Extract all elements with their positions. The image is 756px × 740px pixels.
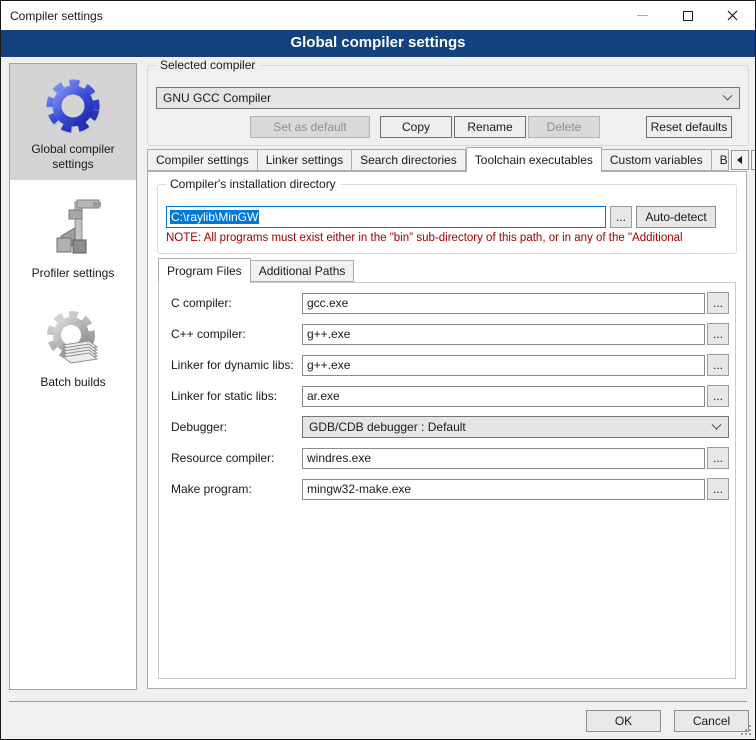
caliper-icon	[41, 198, 105, 262]
compiler-buttons-row: Set as default Copy Rename Delete Reset …	[156, 116, 732, 138]
field-row-c-compiler: C compiler: gcc.exe ...	[171, 292, 729, 314]
maximize-button[interactable]	[665, 1, 710, 30]
program-tabs: Program Files Additional Paths	[158, 260, 354, 282]
field-label: Linker for dynamic libs:	[171, 358, 302, 372]
tab-search-directories[interactable]: Search directories	[352, 149, 466, 171]
tab-build-options-clipped[interactable]: Builc	[712, 149, 729, 171]
linker-static-input[interactable]: ar.exe	[302, 386, 705, 407]
cpp-compiler-browse-button[interactable]: ...	[707, 323, 729, 345]
page-title: Global compiler settings	[1, 30, 755, 57]
field-label: Make program:	[171, 482, 302, 496]
tab-scroll-right-button[interactable]	[751, 150, 756, 170]
arrow-left-icon	[737, 156, 742, 164]
auto-detect-button[interactable]: Auto-detect	[636, 206, 716, 228]
settings-sidebar: Global compiler settings Profiler settin…	[9, 63, 137, 690]
tab-scroll-buttons	[731, 149, 756, 171]
chevron-down-icon	[723, 90, 733, 100]
c-compiler-input[interactable]: gcc.exe	[302, 293, 705, 314]
installation-directory-group-label: Compiler's installation directory	[166, 177, 340, 191]
tab-scroll-left-button[interactable]	[731, 150, 749, 170]
sidebar-item-label: Profiler settings	[14, 266, 132, 281]
window-title: Compiler settings	[1, 9, 103, 23]
installation-directory-input[interactable]: C:\raylib\MinGW	[166, 206, 606, 228]
resource-compiler-input[interactable]: windres.exe	[302, 448, 705, 469]
field-row-make-program: Make program: mingw32-make.exe ...	[171, 478, 729, 500]
set-as-default-button[interactable]: Set as default	[250, 116, 370, 138]
sidebar-item-batch-builds[interactable]: Batch builds	[10, 297, 136, 398]
toolchain-executables-panel: Compiler's installation directory C:\ray…	[147, 171, 747, 689]
compiler-tabs: Compiler settings Linker settings Search…	[147, 149, 747, 171]
field-label: Linker for static libs:	[171, 389, 302, 403]
installation-note: NOTE: All programs must exist either in …	[166, 232, 735, 244]
reset-defaults-button[interactable]: Reset defaults	[646, 116, 732, 138]
rename-button[interactable]: Rename	[454, 116, 526, 138]
debugger-select[interactable]: GDB/CDB debugger : Default	[302, 416, 729, 438]
installation-directory-value: C:\raylib\MinGW	[170, 210, 259, 224]
c-compiler-browse-button[interactable]: ...	[707, 292, 729, 314]
field-label: C compiler:	[171, 296, 302, 310]
field-label: Debugger:	[171, 420, 302, 434]
selected-compiler-group-label: Selected compiler	[156, 58, 259, 72]
field-label: C++ compiler:	[171, 327, 302, 341]
make-program-browse-button[interactable]: ...	[707, 478, 729, 500]
titlebar: Compiler settings	[1, 1, 755, 30]
delete-button[interactable]: Delete	[528, 116, 600, 138]
tab-program-files[interactable]: Program Files	[158, 258, 251, 283]
field-row-linker-dynamic: Linker for dynamic libs: g++.exe ...	[171, 354, 729, 376]
linker-dynamic-browse-button[interactable]: ...	[707, 354, 729, 376]
resize-grip[interactable]	[749, 733, 751, 735]
tab-toolchain-executables[interactable]: Toolchain executables	[466, 147, 602, 172]
selected-compiler-group: Selected compiler GNU GCC Compiler Set a…	[147, 65, 749, 146]
sidebar-item-profiler-settings[interactable]: Profiler settings	[10, 188, 136, 289]
maximize-icon	[683, 11, 693, 21]
installation-directory-group: Compiler's installation directory C:\ray…	[157, 184, 737, 254]
installation-directory-browse-button[interactable]: ...	[610, 206, 632, 228]
compiler-select[interactable]: GNU GCC Compiler	[156, 87, 740, 109]
ok-button[interactable]: OK	[586, 710, 661, 732]
chevron-down-icon	[712, 419, 722, 429]
gear-gray-stack-icon	[41, 307, 105, 371]
close-button[interactable]	[710, 1, 755, 30]
resource-compiler-browse-button[interactable]: ...	[707, 447, 729, 469]
minimize-icon	[637, 15, 648, 16]
field-row-linker-static: Linker for static libs: ar.exe ...	[171, 385, 729, 407]
tab-compiler-settings[interactable]: Compiler settings	[147, 149, 258, 171]
field-label: Resource compiler:	[171, 451, 302, 465]
sidebar-item-label: Global compiler settings	[14, 142, 132, 172]
cpp-compiler-input[interactable]: g++.exe	[302, 324, 705, 345]
minimize-button[interactable]	[620, 1, 665, 30]
window-controls	[620, 1, 755, 30]
debugger-select-value: GDB/CDB debugger : Default	[309, 420, 466, 434]
cancel-button[interactable]: Cancel	[674, 710, 749, 732]
close-icon	[727, 10, 738, 21]
footer-divider	[9, 701, 747, 702]
make-program-input[interactable]: mingw32-make.exe	[302, 479, 705, 500]
compiler-select-value: GNU GCC Compiler	[163, 91, 271, 105]
tab-custom-variables[interactable]: Custom variables	[602, 149, 712, 171]
program-files-panel: C compiler: gcc.exe ... C++ compiler: g+…	[158, 282, 736, 679]
installation-directory-row: C:\raylib\MinGW ... Auto-detect	[166, 206, 728, 228]
compiler-settings-dialog: Compiler settings Global compiler settin…	[0, 0, 756, 740]
field-row-debugger: Debugger: GDB/CDB debugger : Default	[171, 416, 729, 438]
copy-button[interactable]: Copy	[380, 116, 452, 138]
field-row-cpp-compiler: C++ compiler: g++.exe ...	[171, 323, 729, 345]
linker-dynamic-input[interactable]: g++.exe	[302, 355, 705, 376]
sidebar-item-global-compiler-settings[interactable]: Global compiler settings	[10, 64, 136, 180]
gear-blue-icon	[41, 74, 105, 138]
field-row-resource-compiler: Resource compiler: windres.exe ...	[171, 447, 729, 469]
tab-linker-settings[interactable]: Linker settings	[258, 149, 352, 171]
tab-additional-paths[interactable]: Additional Paths	[251, 260, 355, 282]
sidebar-item-label: Batch builds	[14, 375, 132, 390]
linker-static-browse-button[interactable]: ...	[707, 385, 729, 407]
